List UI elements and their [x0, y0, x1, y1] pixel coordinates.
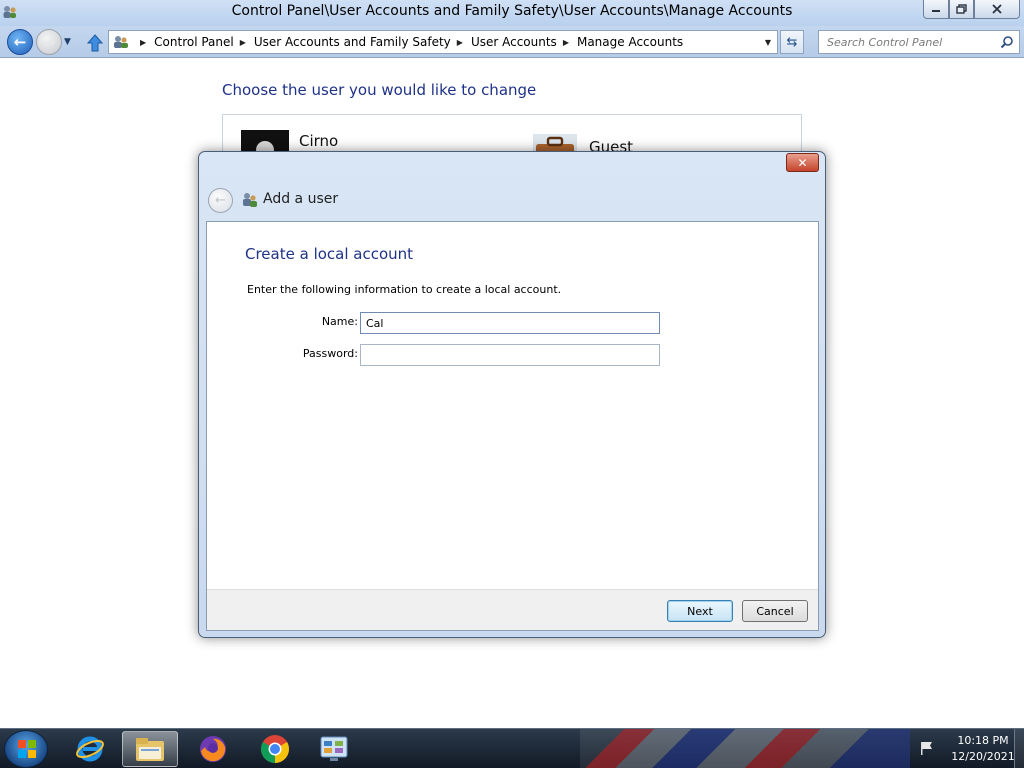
next-button[interactable]: Next — [667, 600, 733, 622]
window-titlebar: Control Panel\User Accounts and Family S… — [0, 0, 1024, 26]
folder-icon — [136, 738, 164, 761]
chevron-down-icon: ▼ — [764, 37, 772, 47]
password-field[interactable] — [360, 344, 660, 366]
system-tray: 10:18 PM 12/20/2021 — [914, 729, 1024, 768]
breadcrumb-chevron-icon[interactable]: ▶ — [457, 38, 463, 47]
navigation-bar: ← → ▼ ▶ Control Panel ▶ User Accounts an… — [0, 26, 1024, 58]
name-field[interactable] — [360, 312, 660, 334]
search-box[interactable] — [818, 30, 1020, 54]
taskbar-chrome[interactable] — [247, 731, 303, 767]
wallpaper-peek — [580, 729, 910, 768]
user-accounts-icon — [243, 193, 257, 207]
back-button[interactable]: ← — [7, 29, 33, 55]
password-label: Password: — [302, 347, 358, 360]
show-desktop-button[interactable] — [1014, 729, 1024, 768]
dialog-title: Add a user — [263, 191, 339, 207]
breadcrumb-chevron-icon[interactable]: ▶ — [140, 38, 146, 47]
address-dropdown-button[interactable]: ▼ — [759, 31, 777, 53]
forward-button[interactable]: → — [36, 29, 62, 55]
arrow-right-icon: → — [42, 33, 56, 51]
breadcrumb-item[interactable]: Control Panel — [154, 35, 234, 49]
dialog-footer: Next Cancel — [207, 589, 818, 630]
dialog-close-button[interactable]: ✕ — [786, 153, 819, 172]
dialog-body: Create a local account Enter the followi… — [206, 221, 819, 631]
taskbar: 10:18 PM 12/20/2021 — [0, 728, 1024, 768]
refresh-icon: ⇆ — [786, 34, 798, 50]
account-name: Cirno — [299, 132, 339, 150]
section-title: Create a local account — [245, 245, 414, 263]
action-center-flag-icon[interactable] — [919, 741, 935, 755]
recent-pages-dropdown[interactable]: ▼ — [64, 37, 74, 47]
taskbar-firefox[interactable] — [185, 731, 241, 767]
search-input[interactable] — [825, 32, 1001, 52]
internet-explorer-icon — [76, 736, 104, 762]
minimize-button[interactable] — [923, 0, 949, 19]
close-icon — [992, 4, 1002, 14]
clock-time[interactable]: 10:18 PM — [948, 734, 1018, 747]
close-icon: ✕ — [797, 155, 808, 170]
start-button[interactable] — [4, 730, 48, 768]
windows-logo-icon — [18, 740, 36, 758]
breadcrumb-item[interactable]: User Accounts and Family Safety — [254, 35, 451, 49]
restore-button[interactable] — [949, 0, 974, 19]
restore-icon — [955, 4, 967, 14]
taskbar-internet-explorer[interactable] — [62, 731, 118, 767]
breadcrumb-chevron-icon[interactable]: ▶ — [563, 38, 569, 47]
taskbar-windows-explorer[interactable] — [122, 731, 178, 767]
firefox-icon — [200, 736, 226, 762]
clock-date[interactable]: 12/20/2021 — [948, 750, 1018, 763]
breadcrumb-chevron-icon[interactable]: ▶ — [240, 38, 246, 47]
up-arrow-icon[interactable] — [86, 33, 104, 53]
window-title: Control Panel\User Accounts and Family S… — [231, 3, 793, 19]
breadcrumb: ▶ Control Panel ▶ User Accounts and Fami… — [134, 35, 683, 49]
arrow-left-icon: ← — [13, 33, 27, 51]
arrow-left-icon: ← — [215, 193, 226, 208]
close-button[interactable] — [974, 0, 1020, 19]
control-panel-icon — [114, 36, 128, 48]
cancel-button[interactable]: Cancel — [742, 600, 808, 622]
chrome-icon — [261, 735, 289, 763]
instruction-text: Enter the following information to creat… — [247, 283, 562, 296]
dialog-back-button[interactable]: ← — [208, 188, 233, 213]
taskbar-control-panel[interactable] — [306, 731, 362, 767]
control-panel-icon — [320, 736, 348, 761]
breadcrumb-item[interactable]: Manage Accounts — [577, 35, 683, 49]
search-icon[interactable] — [1000, 35, 1014, 49]
page-heading: Choose the user you would like to change — [222, 81, 537, 99]
breadcrumb-item[interactable]: User Accounts — [471, 35, 557, 49]
refresh-button[interactable]: ⇆ — [780, 30, 804, 54]
add-user-dialog: ✕ ← Add a user Create a local account En… — [198, 151, 826, 638]
address-bar[interactable]: ▶ Control Panel ▶ User Accounts and Fami… — [108, 30, 778, 54]
minimize-icon — [932, 10, 940, 12]
name-label: Name: — [321, 315, 358, 328]
